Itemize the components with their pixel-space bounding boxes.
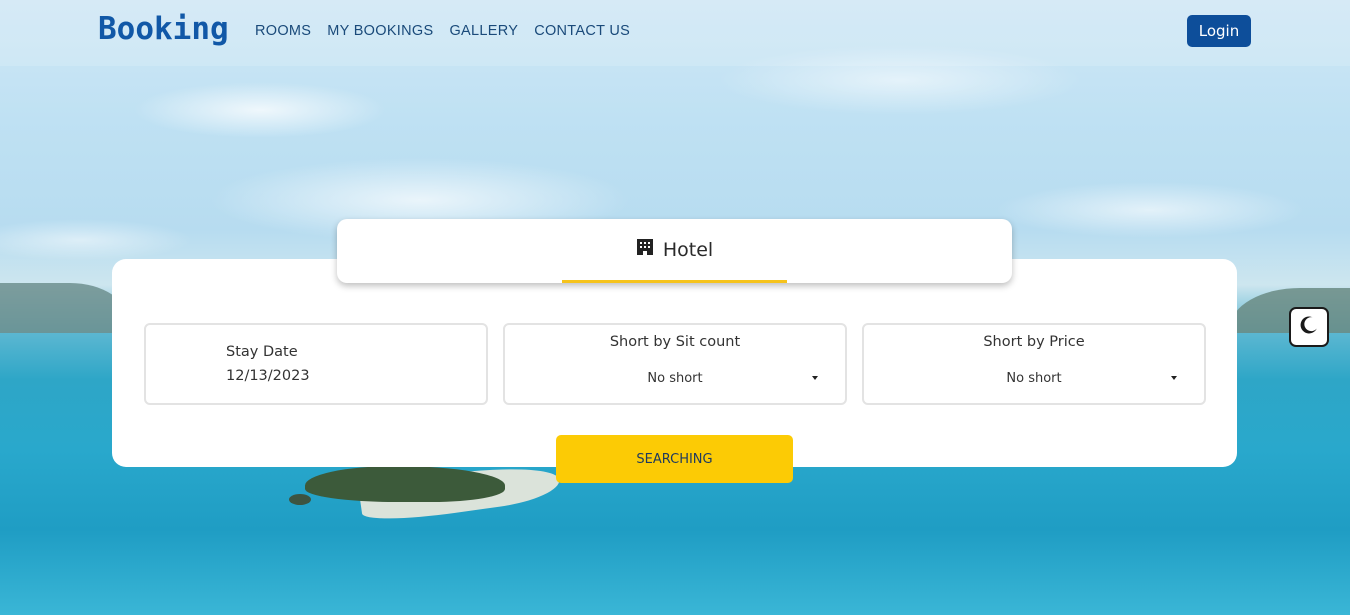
nav-link-rooms[interactable]: ROOMS [255, 23, 311, 39]
price-sort-select[interactable]: Short by Price No short [862, 323, 1206, 405]
moon-icon [1298, 314, 1320, 341]
stay-date-field[interactable]: Stay Date [144, 323, 488, 405]
islet [289, 494, 311, 505]
tab-hotel-label: Hotel [662, 238, 714, 261]
login-button[interactable]: Login [1187, 15, 1251, 47]
search-tabs: Hotel [337, 219, 1012, 283]
nav-link-gallery[interactable]: GALLERY [449, 23, 518, 39]
hotel-building-icon [636, 238, 654, 261]
nav-links: ROOMS MY BOOKINGS GALLERY CONTACT US [255, 23, 630, 39]
island [305, 466, 505, 502]
caret-down-icon[interactable] [812, 376, 818, 380]
sit-count-sort-select[interactable]: Short by Sit count No short [503, 323, 847, 405]
theme-toggle-button[interactable] [1289, 307, 1329, 347]
price-sort-label: Short by Price [983, 334, 1085, 350]
stay-date-input[interactable] [226, 368, 426, 384]
sit-count-sort-label: Short by Sit count [609, 334, 741, 350]
stay-date-label: Stay Date [226, 344, 298, 360]
nav-link-my-bookings[interactable]: MY BOOKINGS [327, 23, 433, 39]
nav-link-contact-us[interactable]: CONTACT US [534, 23, 630, 39]
brand-logo[interactable]: Booking [98, 11, 229, 47]
sit-count-sort-value[interactable]: No short [505, 371, 845, 386]
price-sort-value[interactable]: No short [864, 371, 1204, 386]
caret-down-icon[interactable] [1171, 376, 1177, 380]
search-button[interactable]: SEARCHING [556, 435, 793, 483]
tab-hotel[interactable]: Hotel [562, 219, 787, 283]
navbar: Booking ROOMS MY BOOKINGS GALLERY CONTAC… [0, 0, 1350, 66]
